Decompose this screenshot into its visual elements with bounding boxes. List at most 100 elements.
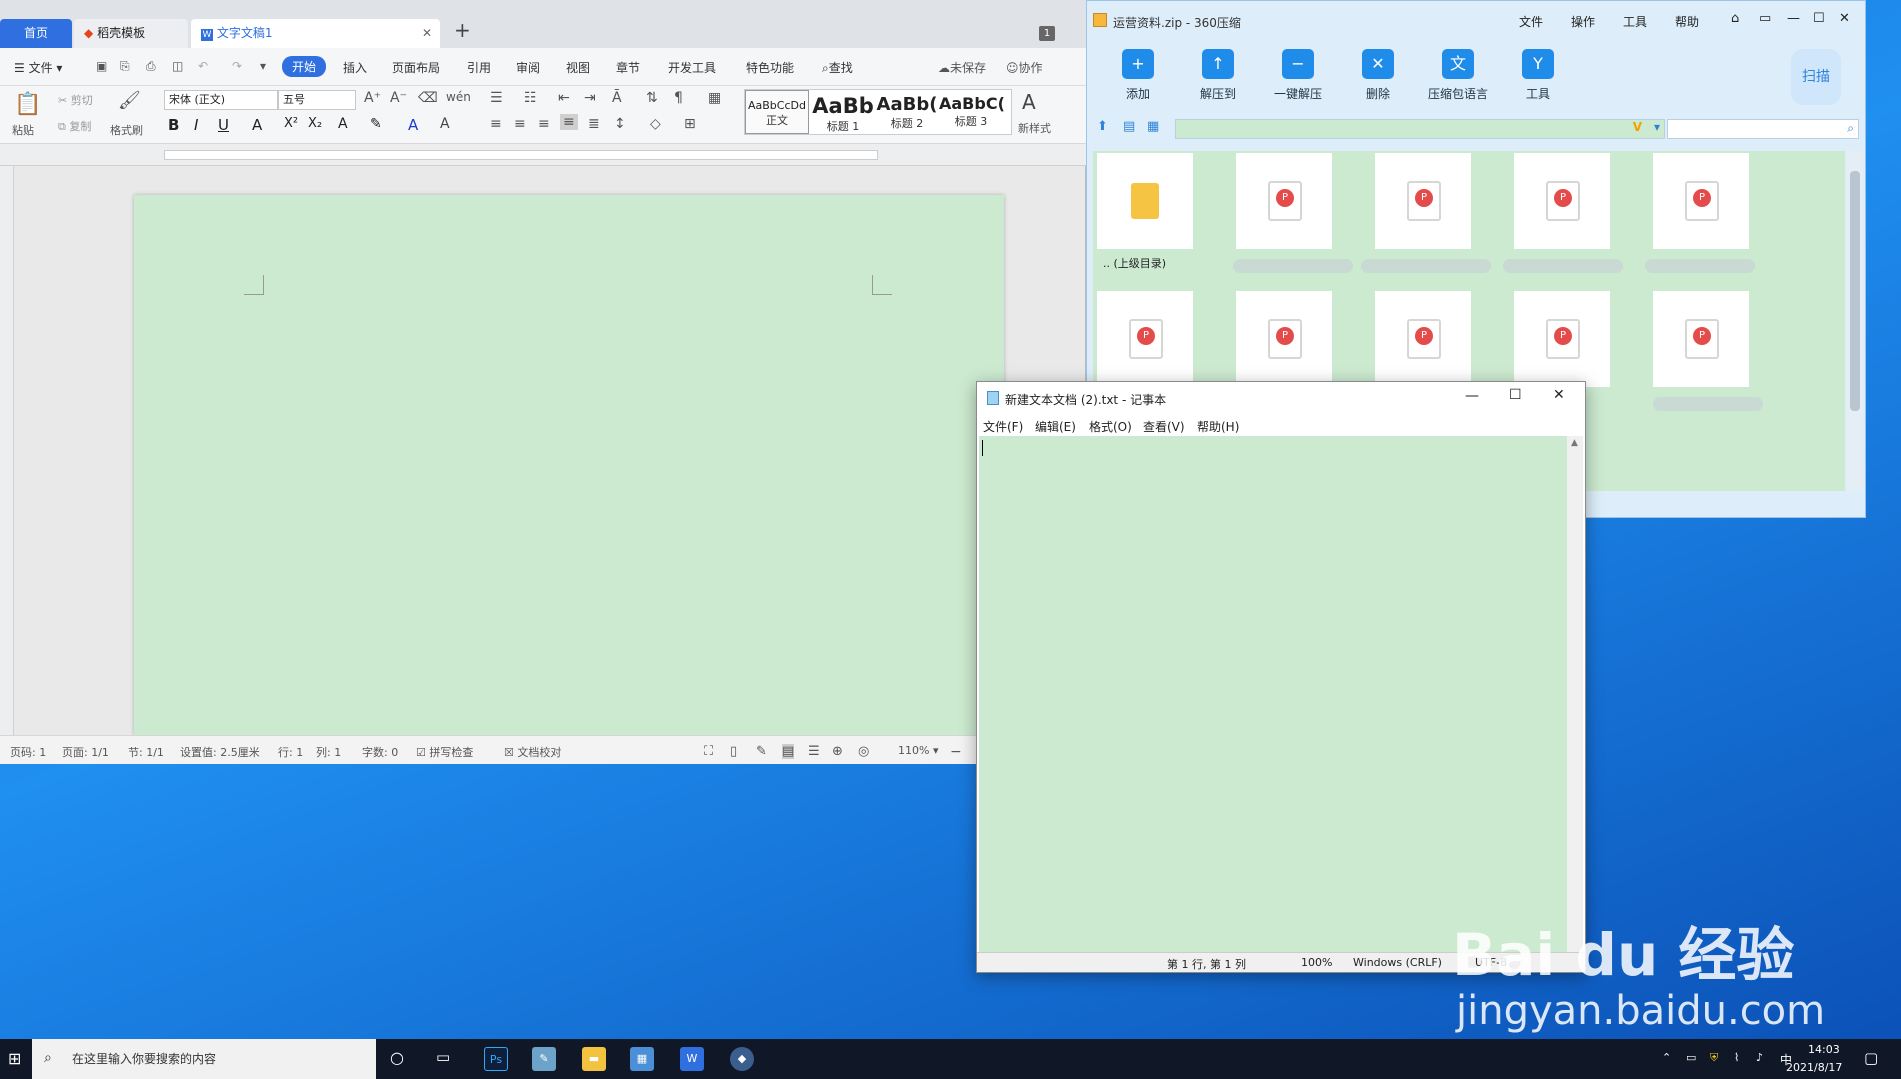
- cut-button[interactable]: ✂ 剪切: [58, 92, 93, 108]
- scan-button[interactable]: 扫描: [1791, 49, 1841, 105]
- numbering-icon[interactable]: ☷: [524, 90, 537, 106]
- new-style-icon[interactable]: A: [1022, 90, 1036, 114]
- notepad-menu-format[interactable]: 格式(O): [1089, 418, 1132, 435]
- redo-icon[interactable]: ↷: [232, 59, 242, 73]
- minimize-icon[interactable]: —: [1787, 11, 1800, 26]
- battery-icon[interactable]: ▭: [1686, 1051, 1696, 1064]
- feedback-icon[interactable]: ▭: [1759, 11, 1771, 26]
- file-item[interactable]: P: [1514, 153, 1610, 249]
- menu-tab-chapter[interactable]: 章节: [616, 59, 640, 76]
- zip-scrollbar[interactable]: [1847, 151, 1863, 491]
- parent-folder-item[interactable]: [1097, 153, 1193, 249]
- file-item[interactable]: P: [1097, 291, 1193, 387]
- shrink-font-icon[interactable]: A⁻: [390, 90, 407, 106]
- style-heading-2[interactable]: AaBb(标题 2: [875, 90, 939, 134]
- status-row[interactable]: 行: 1: [278, 744, 303, 760]
- tab-docer-templates[interactable]: ◆ 稻壳模板: [74, 19, 188, 48]
- save-icon[interactable]: ▣: [96, 59, 107, 73]
- photoshop-icon[interactable]: Ps: [484, 1047, 508, 1071]
- zip-menu-tools[interactable]: 工具: [1623, 13, 1647, 30]
- list-view-icon[interactable]: ▤: [1123, 119, 1135, 134]
- bold-icon[interactable]: B: [168, 116, 179, 134]
- unsaved-status[interactable]: ☁未保存: [938, 59, 986, 76]
- align-left-icon[interactable]: ≡: [490, 116, 502, 132]
- status-setting[interactable]: 设置值: 2.5厘米: [180, 744, 260, 760]
- subscript-icon[interactable]: X₂: [308, 116, 322, 131]
- status-section[interactable]: 节: 1/1: [128, 744, 164, 760]
- scroll-up-icon[interactable]: ▲: [1571, 438, 1578, 448]
- notepad-menu-help[interactable]: 帮助(H): [1197, 418, 1239, 435]
- file-menu[interactable]: ☰ 文件 ▾: [14, 59, 62, 76]
- decrease-indent-icon[interactable]: ⇤: [558, 90, 570, 106]
- edit-mode-icon[interactable]: ✎: [756, 744, 767, 759]
- zip-tools-button[interactable]: Y 工具: [1503, 49, 1573, 102]
- font-family-select[interactable]: 宋体 (正文): [164, 90, 278, 110]
- file-item[interactable]: P: [1236, 291, 1332, 387]
- zip-search-input[interactable]: ⌕: [1667, 119, 1859, 139]
- highlight-icon[interactable]: ✎: [370, 116, 382, 132]
- maximize-icon[interactable]: ☐: [1509, 387, 1522, 403]
- undo-icon[interactable]: ↶: [198, 59, 208, 73]
- status-page-code[interactable]: 页码: 1: [10, 744, 46, 760]
- clock-date[interactable]: 2021/8/17: [1786, 1061, 1842, 1074]
- zip-taskbar-icon[interactable]: ▦: [630, 1047, 654, 1071]
- style-normal[interactable]: AaBbCcDd 正文: [745, 90, 809, 134]
- clear-format-icon[interactable]: ⌫: [418, 90, 438, 106]
- zip-menu-file[interactable]: 文件: [1519, 13, 1543, 30]
- tray-chevron-icon[interactable]: ⌃: [1662, 1051, 1671, 1064]
- customize-icon[interactable]: ▾: [260, 59, 266, 73]
- app-taskbar-icon[interactable]: ◆: [730, 1047, 754, 1071]
- zoom-select[interactable]: 110% ▾: [898, 744, 938, 757]
- clock-time[interactable]: 14:03: [1808, 1043, 1840, 1056]
- notepad-scrollbar[interactable]: ▲: [1567, 436, 1583, 956]
- text-effect-icon[interactable]: A: [338, 116, 348, 132]
- style-heading-3[interactable]: AaBbC(标题 3: [939, 90, 1005, 134]
- notepad-menu-view[interactable]: 查看(V): [1143, 418, 1185, 435]
- file-item[interactable]: P: [1653, 291, 1749, 387]
- notepad-menu-edit[interactable]: 编辑(E): [1035, 418, 1076, 435]
- outline-view-icon[interactable]: ☰: [808, 744, 820, 759]
- status-col[interactable]: 列: 1: [316, 744, 341, 760]
- chevron-down-icon[interactable]: ▾: [1654, 120, 1660, 134]
- sort-icon[interactable]: ⇅: [646, 90, 658, 106]
- menu-tab-layout[interactable]: 页面布局: [392, 59, 440, 76]
- italic-icon[interactable]: I: [194, 116, 198, 134]
- align-center-icon[interactable]: ≡: [514, 116, 526, 132]
- collaborate-button[interactable]: ☺协作: [1006, 59, 1043, 76]
- paste-button[interactable]: 粘贴: [12, 122, 34, 138]
- menu-tab-start[interactable]: 开始: [282, 56, 327, 77]
- cortana-icon[interactable]: ○: [390, 1048, 404, 1067]
- status-words[interactable]: 字数: 0: [362, 744, 398, 760]
- file-item[interactable]: P: [1236, 153, 1332, 249]
- style-heading-1[interactable]: AaBb 标题 1: [811, 90, 875, 134]
- taskbar-search-input[interactable]: 在这里输入你要搜索的内容: [32, 1039, 376, 1079]
- superscript-icon[interactable]: X²: [284, 116, 298, 131]
- borders-icon[interactable]: ⊞: [684, 116, 696, 132]
- grow-font-icon[interactable]: A⁺: [364, 90, 381, 106]
- notepad-text-area[interactable]: [979, 436, 1567, 956]
- line-spacing-icon[interactable]: ↕: [614, 116, 626, 132]
- new-style-button[interactable]: 新样式: [1018, 120, 1051, 136]
- path-field[interactable]: V ▾: [1175, 119, 1665, 139]
- horizontal-ruler[interactable]: [0, 144, 1086, 166]
- file-item[interactable]: P: [1375, 291, 1471, 387]
- grid-view-icon[interactable]: ▦: [1147, 119, 1159, 134]
- show-marks-icon[interactable]: ¶: [674, 90, 683, 106]
- zoom-out-icon[interactable]: −: [950, 744, 962, 760]
- file-item[interactable]: P: [1375, 153, 1471, 249]
- shading-icon[interactable]: ◇: [650, 116, 661, 132]
- font-size-select[interactable]: 五号: [278, 90, 356, 110]
- increase-indent-icon[interactable]: ⇥: [584, 90, 596, 106]
- network-icon[interactable]: ⌇: [1734, 1051, 1739, 1064]
- security-shield-icon[interactable]: ⛨: [1710, 1051, 1718, 1065]
- add-tab-icon[interactable]: +: [454, 18, 471, 42]
- underline-icon[interactable]: U: [218, 116, 229, 134]
- status-page[interactable]: 页面: 1/1: [62, 744, 109, 760]
- preview-icon[interactable]: ◫: [172, 59, 183, 73]
- spell-check-button[interactable]: ☑ 拼写检查: [416, 744, 473, 760]
- menu-tab-insert[interactable]: 插入: [343, 59, 367, 76]
- vertical-ruler[interactable]: [0, 166, 14, 735]
- close-icon[interactable]: ✕: [1553, 387, 1565, 403]
- search-icon[interactable]: ⌕: [1847, 121, 1854, 136]
- table-icon[interactable]: ▦: [708, 90, 721, 106]
